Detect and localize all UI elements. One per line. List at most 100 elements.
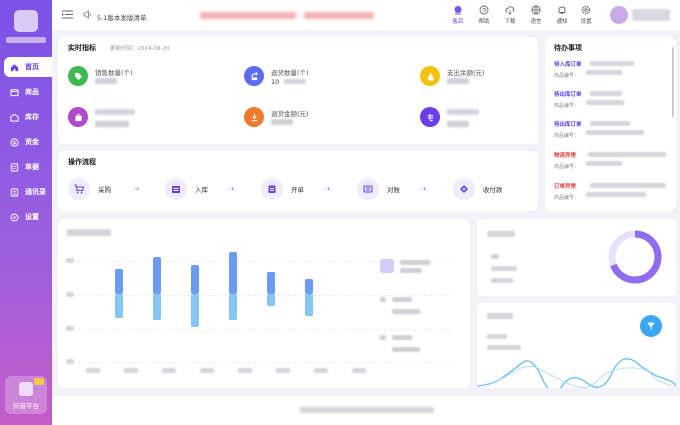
sidebar-item-label: 资金 [25,138,39,146]
cart-icon [68,178,90,200]
tag-icon [68,66,88,86]
metric-label: 支出余额(元) [447,69,485,77]
todo-detail [590,91,622,96]
todo-detail [590,121,630,126]
flow-step-label: 采购 [98,186,111,194]
chart-bar-top[interactable] [229,252,237,294]
todo-detail [590,183,666,188]
y-tick-label [66,258,74,263]
metric-return-qty: 退货数量(个) 10 [244,66,394,92]
chart-bar-bottom[interactable] [191,294,199,327]
metric-label [95,109,135,115]
after-sales-button[interactable]: 售后 [446,5,470,27]
chart-bar-bottom[interactable] [305,294,313,316]
todo-detail [586,161,622,166]
x-tick-label [200,368,214,373]
sidebar-item-documents[interactable]: 单据 [4,157,52,177]
chart-bar-top[interactable] [115,269,123,294]
flow-arrow-icon: ⇢ [420,185,426,193]
promo-label: 抖音平台 [13,402,39,410]
flow-arrow-icon: ⇢ [324,185,330,193]
trend-wave-chart [477,358,676,388]
flow-step-payment[interactable]: 收付款 [453,178,503,200]
flow-step-purchase[interactable]: 采购 [68,178,111,200]
chart-bar-top[interactable] [267,272,275,294]
ring-card-sub [491,278,513,283]
metric-label: 销售数量(个) [95,69,133,77]
douyin-platform-button[interactable]: 抖音平台 [5,376,47,414]
sidebar-item-home[interactable]: 首页 [4,57,52,77]
sidebar-item-label: 设置 [25,213,39,221]
header-icon-label: 售后 [452,19,464,25]
help-button[interactable]: 帮助 [472,5,496,27]
sidebar-item-label: 库存 [25,113,39,121]
todo-item[interactable]: 物流异常 商品编号： [554,151,674,173]
x-tick-label [276,368,290,373]
notification-button[interactable]: 通知 [550,5,574,27]
legend-marker [380,335,386,340]
bill-icon [261,178,283,200]
chart-title [67,229,111,236]
todo-detail [590,61,634,66]
x-tick-label [124,368,138,373]
todo-item[interactable]: 待出库订单 商品编号： [554,120,674,142]
flow-arrow-icon: ⇢ [133,185,139,193]
chart-bar-top[interactable] [191,265,199,294]
sidebar-item-inventory[interactable]: 库存 [4,107,52,127]
todo-detail [586,70,622,75]
ring-card-title [487,231,515,237]
app-name [6,37,46,43]
todo-detail [588,152,666,157]
speaker-icon [83,10,91,19]
metric-return-amount: 退货金额(元) [244,107,394,133]
operation-flow-card: 操作流程 采购 ⇢ 入库 ⇢ 开单 ⇢ 对账 ⇢ 收付款 [58,151,538,211]
bell-icon [558,6,566,14]
todo-title: 待办事项 [554,44,582,52]
menu-toggle-icon[interactable] [62,10,73,19]
todo-item[interactable]: 订单异常 商品编号： [554,182,674,204]
gridline [72,329,452,330]
gridline [72,295,452,296]
y-tick-label [66,326,74,331]
notice-blurred-text [304,12,374,19]
chart-bar-bottom[interactable] [267,294,275,306]
inventory-icon [10,113,19,122]
release-notice[interactable]: 5.1版本发版清单 [97,12,146,22]
sidebar-item-goods[interactable]: 商品 [4,82,52,102]
gridline [72,362,452,363]
todo-item[interactable]: 待出库订单 商品编号： [554,90,674,112]
legend-icon [380,259,394,273]
after-sales-icon [454,6,462,15]
gear-icon [581,5,591,15]
todo-detail [586,130,644,135]
legend-value [392,347,420,352]
flow-step-billing[interactable]: 开单 [261,178,304,200]
x-tick-label [238,368,252,373]
chart-bar-top[interactable] [153,257,161,294]
flow-step-stock-in[interactable]: 入库 [165,178,208,200]
language-button[interactable]: 语言 [524,5,548,27]
header-settings-button[interactable]: 设置 [574,5,598,27]
avatar[interactable] [610,6,628,24]
todo-item[interactable]: 待入库订单 商品编号： [554,60,674,82]
flow-step-reconcile[interactable]: 对账 [357,178,400,200]
header-icon-label: 语言 [530,19,542,25]
download-button[interactable]: 下载 [498,5,522,27]
notice-blurred-text [200,12,296,19]
trend-icon [640,315,662,337]
sidebar-item-settings[interactable]: 设置 [4,207,52,227]
update-time: 更新时间：2024-09-20 [110,46,170,52]
legend-value [392,309,420,314]
chart-bar-bottom[interactable] [153,294,161,320]
chart-bar-bottom[interactable] [115,294,123,318]
realtime-metrics-card: 实时指标 更新时间：2024-09-20 销售数量(个) 退货数量(个) 10 … [58,37,538,144]
help-icon [479,5,489,15]
hair-icon [420,107,440,127]
sidebar-item-funds[interactable]: 资金 [4,132,52,152]
chart-bar-top[interactable] [305,279,313,294]
user-name[interactable] [632,9,670,21]
payment-icon [453,178,475,200]
ring-card-sub [491,266,517,271]
chart-bar-bottom[interactable] [229,294,237,320]
sidebar-item-contacts[interactable]: 通讯录 [4,182,52,202]
